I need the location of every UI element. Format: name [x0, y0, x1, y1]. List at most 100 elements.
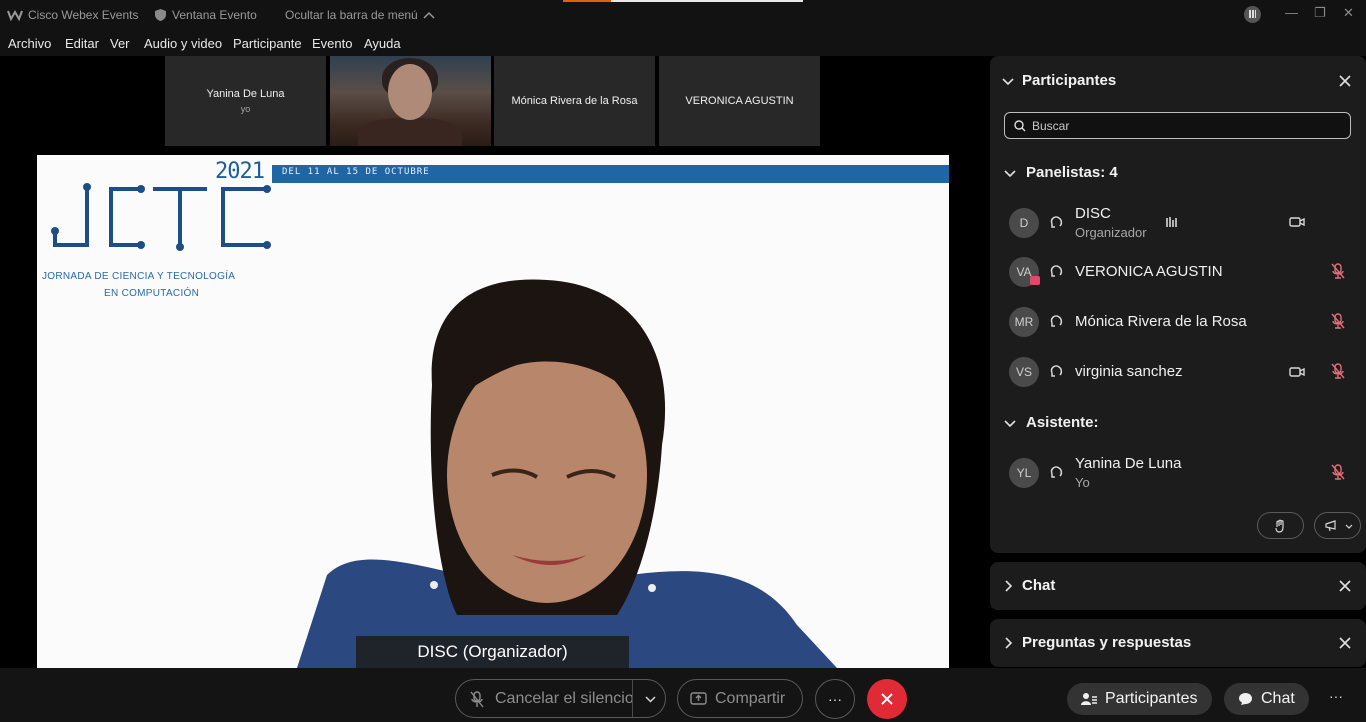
close-icon[interactable] [1338, 579, 1352, 593]
participants-icon [1081, 693, 1097, 705]
loading-progress [563, 0, 803, 2]
menu-participante[interactable]: Participante [233, 36, 302, 51]
video-thumbnail[interactable]: Yanina De Luna yo [165, 56, 326, 146]
app-title: Cisco Webex Events [7, 8, 139, 22]
participant-name: Mónica Rivera de la Rosa [1075, 313, 1247, 330]
headset-icon [1050, 466, 1063, 478]
mic-muted-icon[interactable] [1331, 263, 1345, 279]
qa-header[interactable]: Preguntas y respuestas [1002, 634, 1191, 651]
meeting-controls-bar: Cancelar el silencio Compartir ··· Parti… [0, 668, 1366, 722]
participant-name: DISC [1075, 205, 1111, 222]
headset-icon [1050, 265, 1063, 277]
participant-row[interactable]: D DISC Organizador [990, 201, 1366, 245]
audio-level-icon [1166, 217, 1177, 227]
hide-menu-label: Ocultar la barra de menú [285, 8, 418, 22]
title-bar: Cisco Webex Events Ventana Evento Oculta… [0, 0, 1366, 30]
participant-row[interactable]: VA VERONICA AGUSTIN [990, 250, 1366, 294]
chat-toggle-button[interactable]: Chat [1224, 683, 1309, 715]
chevron-down-icon [1002, 77, 1014, 85]
panelists-section-header[interactable]: Panelistas: 4 [1004, 164, 1118, 181]
mic-muted-icon [470, 691, 484, 708]
chat-header[interactable]: Chat [1002, 577, 1055, 594]
avatar: D [1009, 208, 1039, 238]
video-camera-icon[interactable] [1289, 216, 1305, 228]
menu-audio-video[interactable]: Audio y video [144, 36, 222, 51]
attendees-section-header[interactable]: Asistente: [1004, 414, 1099, 431]
video-thumbnail-live[interactable] [330, 56, 491, 146]
chevron-down-icon [1004, 169, 1016, 177]
avatar: VS [1009, 357, 1039, 387]
restore-button[interactable]: ❐ [1314, 5, 1326, 21]
thumbnail-sub: yo [240, 104, 251, 114]
menu-evento[interactable]: Evento [312, 36, 352, 51]
close-icon[interactable] [1338, 74, 1352, 88]
avatar-initials: MR [1014, 315, 1034, 329]
close-icon [881, 693, 893, 705]
video-person-face [388, 64, 432, 120]
video-camera-icon[interactable] [1289, 366, 1305, 378]
video-thumbnail[interactable]: VERONICA AGUSTIN [659, 56, 820, 146]
qa-panel[interactable]: Preguntas y respuestas [990, 619, 1366, 667]
participant-row[interactable]: YL Yanina De Luna Yo [990, 451, 1366, 495]
more-options-button[interactable]: ··· [815, 679, 855, 719]
reaction-icon [1325, 520, 1336, 532]
chevron-right-icon [1005, 579, 1013, 592]
participant-name: virginia sanchez [1075, 363, 1183, 380]
network-stats-icon[interactable] [1244, 6, 1261, 23]
unmute-label: Cancelar el silencio [495, 690, 634, 707]
share-button[interactable]: Compartir [677, 679, 803, 718]
webex-logo-icon [7, 9, 23, 21]
close-window-button[interactable]: ✕ [1343, 5, 1354, 21]
raise-hand-button[interactable] [1257, 512, 1304, 539]
menu-ayuda[interactable]: Ayuda [364, 36, 401, 51]
chat-panel[interactable]: Chat [990, 562, 1366, 610]
menu-editar[interactable]: Editar [65, 36, 99, 51]
headset-icon [1050, 365, 1063, 377]
avatar-initials: D [1019, 216, 1029, 230]
chat-icon [1239, 693, 1252, 705]
headset-icon [1050, 216, 1063, 228]
participants-panel: Participantes Panelistas: 4 D DISC Organ… [990, 56, 1366, 553]
overflow-menu-button[interactable]: ··· [1329, 688, 1343, 704]
avatar: YL [1009, 458, 1039, 488]
video-thumbnail[interactable]: Mónica Rivera de la Rosa [494, 56, 655, 146]
close-icon[interactable] [1338, 636, 1352, 650]
menu-ver[interactable]: Ver [110, 36, 130, 51]
search-field[interactable] [1004, 112, 1351, 139]
avatar: VA [1009, 257, 1040, 287]
avatar-initials: VS [1015, 365, 1032, 379]
chevron-right-icon [1005, 636, 1013, 649]
thumbnail-name: VERONICA AGUSTIN [685, 95, 794, 107]
avatar: MR [1009, 307, 1039, 337]
speaker-caption: DISC (Organizador) [356, 636, 629, 668]
attendees-label: Asistente: [1026, 414, 1099, 431]
video-person-body [358, 118, 462, 146]
divider [632, 680, 633, 717]
unmute-button[interactable]: Cancelar el silencio [455, 679, 666, 718]
headset-icon [1050, 315, 1063, 327]
app-name: Cisco Webex Events [28, 8, 139, 22]
hide-menu-button[interactable]: Ocultar la barra de menú [285, 8, 435, 22]
thumbnail-name: Mónica Rivera de la Rosa [511, 95, 638, 107]
mic-muted-icon[interactable] [1331, 464, 1345, 480]
share-label: Compartir [715, 690, 786, 707]
search-input[interactable] [1032, 117, 1332, 134]
participants-header[interactable]: Participantes [1002, 72, 1116, 89]
minimize-button[interactable]: — [1285, 5, 1298, 20]
leave-meeting-button[interactable] [867, 679, 907, 719]
participant-row[interactable]: MR Mónica Rivera de la Rosa [990, 300, 1366, 344]
chevron-down-icon [1345, 524, 1353, 529]
avatar-initials: YL [1016, 466, 1032, 480]
participants-toggle-label: Participantes [1105, 690, 1198, 707]
presenting-badge [1030, 276, 1040, 285]
mic-muted-icon[interactable] [1331, 363, 1345, 379]
mic-muted-icon[interactable] [1331, 313, 1345, 329]
chevron-down-icon[interactable] [645, 696, 656, 703]
participant-row[interactable]: VS virginia sanchez [990, 350, 1366, 394]
reactions-button[interactable] [1314, 512, 1361, 539]
participants-toggle-button[interactable]: Participantes [1067, 683, 1212, 715]
share-icon [690, 692, 707, 705]
chat-toggle-label: Chat [1261, 690, 1295, 707]
main-video-stage: DEL 11 AL 15 DE OCTUBRE 2021 JORNADA DE … [37, 155, 949, 668]
menu-archivo[interactable]: Archivo [8, 36, 51, 51]
